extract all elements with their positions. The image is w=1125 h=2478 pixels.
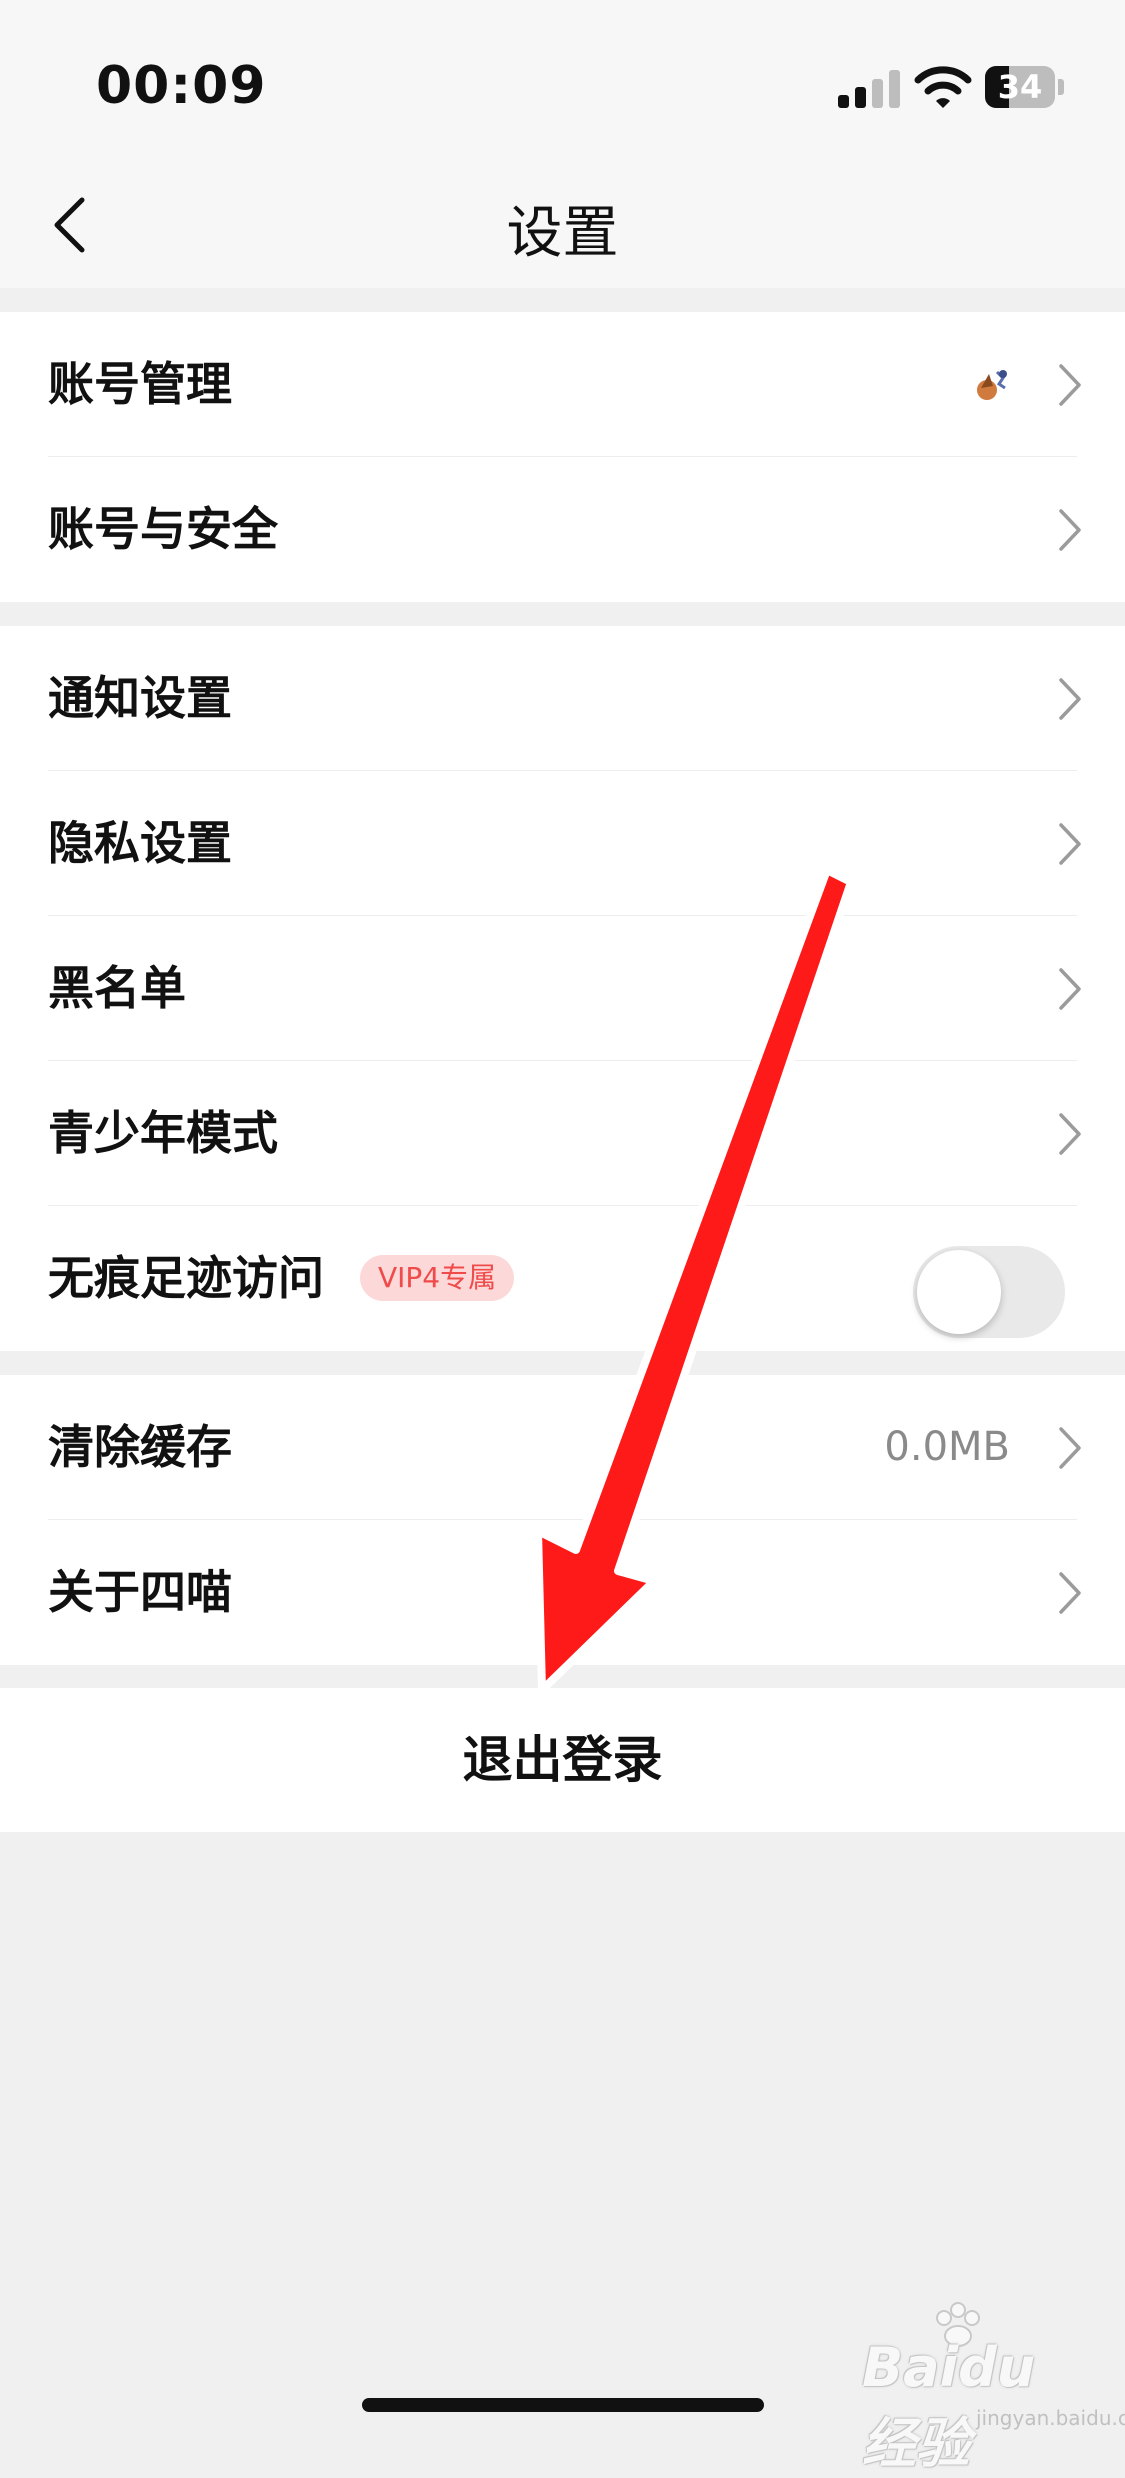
settings-item-about[interactable]: 关于四喵: [0, 1520, 1125, 1665]
battery-icon: 34: [985, 66, 1065, 108]
page-title: 设置: [506, 201, 619, 266]
settings-item-notifications[interactable]: 通知设置: [0, 626, 1125, 771]
settings-item-label: 黑名单: [48, 961, 186, 1015]
settings-group-account: 账号管理 账号与安全: [0, 312, 1125, 602]
chevron-right-icon: [1059, 1572, 1081, 1614]
settings-item-label: 清除缓存: [48, 1420, 232, 1474]
settings-item-account-security[interactable]: 账号与安全: [0, 457, 1125, 602]
chevron-right-icon: [1059, 509, 1081, 551]
watermark-site: jingyan.baidu.com: [976, 2406, 1125, 2430]
settings-item-incognito-visit: 无痕足迹访问 VIP4专属: [0, 1206, 1125, 1351]
settings-item-account-management[interactable]: 账号管理: [0, 312, 1125, 457]
settings-group-preferences: 通知设置 隐私设置 黑名单 青少年模式 无痕足迹访问 VIP4专属: [0, 626, 1125, 1351]
avatar: [977, 370, 1007, 400]
chevron-right-icon: [1059, 364, 1081, 406]
settings-item-label: 青少年模式: [48, 1106, 278, 1160]
logout-button[interactable]: 退出登录: [0, 1688, 1125, 1832]
wifi-icon: [914, 66, 972, 108]
cellular-signal-icon: [838, 68, 900, 108]
incognito-visit-toggle[interactable]: [913, 1246, 1065, 1338]
cache-size-value: 0.0MB: [884, 1424, 1010, 1470]
navigation-bar: 设置: [0, 160, 1125, 288]
chevron-right-icon: [1059, 1427, 1081, 1469]
chevron-right-icon: [1059, 968, 1081, 1010]
settings-item-label: 无痕足迹访问: [48, 1251, 324, 1305]
settings-item-clear-cache[interactable]: 清除缓存 0.0MB: [0, 1375, 1125, 1520]
settings-item-label: 通知设置: [48, 671, 232, 725]
chevron-right-icon: [1059, 823, 1081, 865]
settings-group-misc: 清除缓存 0.0MB 关于四喵: [0, 1375, 1125, 1665]
settings-item-label: 关于四喵: [48, 1565, 232, 1619]
settings-item-label: 账号与安全: [48, 502, 278, 556]
toggle-knob: [917, 1250, 1001, 1334]
settings-item-teen-mode[interactable]: 青少年模式: [0, 1061, 1125, 1206]
settings-item-privacy[interactable]: 隐私设置: [0, 771, 1125, 916]
baidu-jingyan-watermark: Baidu经验 jingyan.baidu.com: [858, 2300, 1125, 2475]
chevron-right-icon: [1059, 1113, 1081, 1155]
logout-label: 退出登录: [462, 1731, 663, 1789]
status-time: 00:09: [96, 56, 267, 116]
chevron-right-icon: [1059, 678, 1081, 720]
status-bar: 00:09 34: [0, 0, 1125, 160]
battery-level: 34: [997, 68, 1043, 106]
settings-item-label: 隐私设置: [48, 816, 232, 870]
settings-item-blacklist[interactable]: 黑名单: [0, 916, 1125, 1061]
home-indicator: [362, 2398, 764, 2412]
vip-badge: VIP4专属: [360, 1255, 515, 1301]
settings-item-label: 账号管理: [48, 357, 232, 411]
